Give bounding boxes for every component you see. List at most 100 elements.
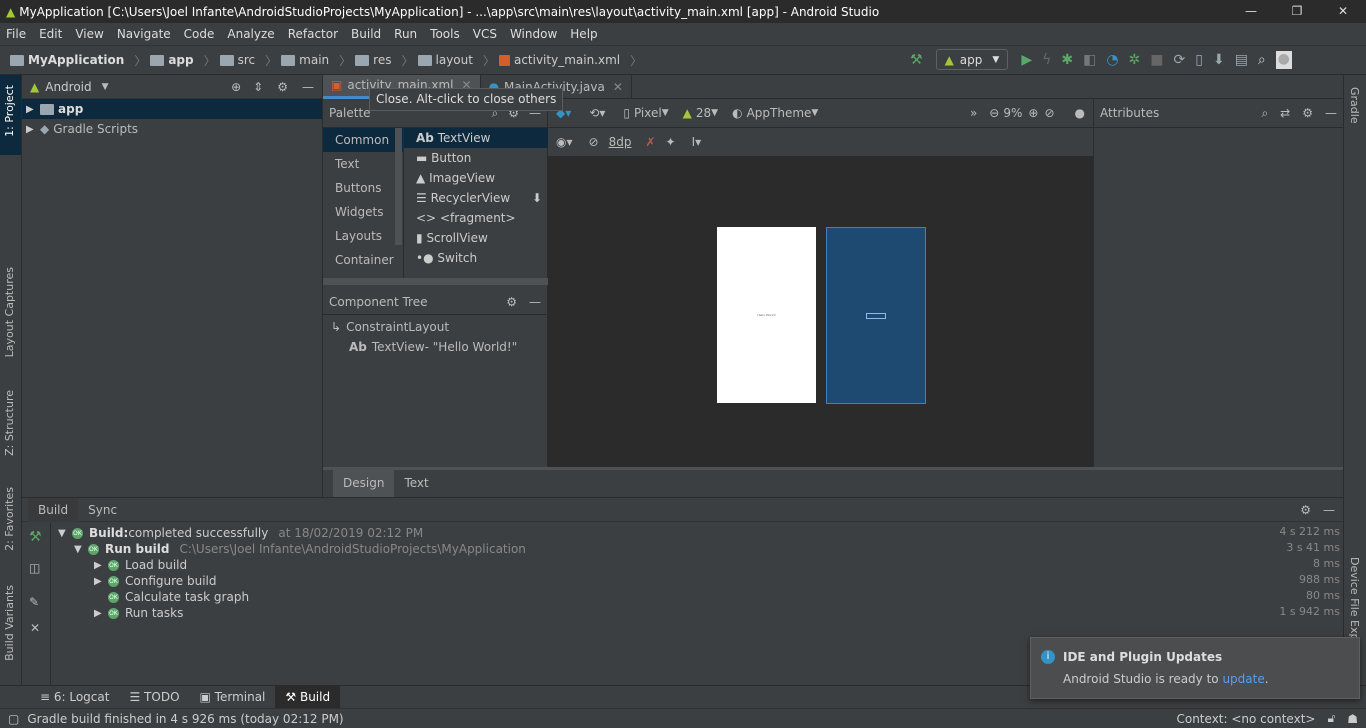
inspector-icon[interactable]: ☗ xyxy=(1347,712,1358,726)
expand-icon[interactable]: ▼ xyxy=(74,544,88,555)
autoconnect-icon[interactable]: ⊘ xyxy=(589,135,599,149)
menu-navigate[interactable]: Navigate xyxy=(117,27,171,41)
avd-manager-icon[interactable]: ▯ xyxy=(1195,52,1203,68)
build-tree-row[interactable]: ▶ OK Configure build xyxy=(94,573,1343,589)
tool-window-icon[interactable]: ▢ xyxy=(8,712,19,726)
tab-terminal[interactable]: ▣ Terminal xyxy=(190,686,276,709)
device-select[interactable]: Pixel xyxy=(634,106,662,120)
tab-todo[interactable]: ☰ TODO xyxy=(119,686,189,709)
breadcrumb-file[interactable]: activity_main.xml xyxy=(498,53,620,67)
hide-icon[interactable]: — xyxy=(1323,503,1335,517)
palette-category-text[interactable]: Text xyxy=(323,152,403,176)
overflow-icon[interactable]: » xyxy=(970,106,977,120)
menu-tools[interactable]: Tools xyxy=(430,27,460,41)
project-view-select[interactable]: Android xyxy=(45,80,91,94)
breadcrumb-main[interactable]: main xyxy=(281,53,329,67)
tree-item-app[interactable]: ▶ app xyxy=(22,99,322,119)
palette-item[interactable]: ☰ RecyclerView ⬇ xyxy=(404,188,548,208)
debug-icon[interactable]: ✱ xyxy=(1061,52,1073,68)
blueprint-preview[interactable] xyxy=(826,227,926,404)
hide-icon[interactable]: — xyxy=(1325,106,1337,120)
attach-icon[interactable]: ◧ xyxy=(1083,52,1096,68)
menu-file[interactable]: File xyxy=(6,27,26,41)
close-icon[interactable]: ✕ xyxy=(30,621,40,635)
breadcrumb-res[interactable]: res xyxy=(355,53,391,67)
palette-category-common[interactable]: Common xyxy=(323,128,403,152)
menu-help[interactable]: Help xyxy=(570,27,597,41)
palette-item[interactable]: ▮ ScrollView xyxy=(404,228,548,248)
zoom-fit-icon[interactable]: ⊘ xyxy=(1044,106,1054,120)
tab-sync[interactable]: Sync xyxy=(78,498,127,522)
gradle-sync-icon[interactable]: ⟳ xyxy=(1174,52,1186,68)
build-variants-tab[interactable]: Build Variants xyxy=(3,585,16,661)
palette-category-buttons[interactable]: Buttons xyxy=(323,176,403,200)
collapse-icon[interactable]: ⇕ xyxy=(253,80,263,94)
zoom-in-icon[interactable]: ⊕ xyxy=(1028,106,1038,120)
build-tree-row[interactable]: OK Calculate task graph xyxy=(94,589,1343,605)
palette-item[interactable]: Ab TextView xyxy=(404,128,548,148)
palette-item[interactable]: ▲ ImageView xyxy=(404,168,548,188)
build-tree-row[interactable]: ▶ OK Load build xyxy=(94,557,1343,573)
menu-analyze[interactable]: Analyze xyxy=(227,27,274,41)
hammer-icon[interactable]: ⚒ xyxy=(910,52,923,68)
gradle-tab[interactable]: Gradle xyxy=(1348,87,1361,124)
build-tree-row[interactable]: ▶ OK Run tasks xyxy=(94,605,1343,621)
close-button[interactable]: ✕ xyxy=(1320,0,1366,23)
splitter-handle[interactable] xyxy=(323,278,548,285)
design-preview[interactable]: Hello World! xyxy=(717,227,816,403)
default-margin[interactable]: 8dp xyxy=(609,135,632,149)
tab-build[interactable]: Build xyxy=(28,497,79,522)
profile-icon[interactable]: ◔ xyxy=(1106,52,1118,68)
search-icon[interactable]: ⌕ xyxy=(1258,52,1266,68)
tab-logcat[interactable]: ≡ 6: Logcat xyxy=(30,686,119,709)
menu-vcs[interactable]: VCS xyxy=(473,27,497,41)
textview-outline[interactable] xyxy=(866,313,886,319)
tree-item-constraint-layout[interactable]: ↳ ConstraintLayout xyxy=(331,317,449,337)
palette-item[interactable]: •● Switch xyxy=(404,248,548,268)
menu-window[interactable]: Window xyxy=(510,27,557,41)
apply-changes-icon[interactable]: ϟ xyxy=(1042,52,1051,68)
favorites-tab[interactable]: 2: Favorites xyxy=(3,487,16,551)
chevron-down-icon[interactable]: ▼ xyxy=(102,82,109,92)
build-tree-row[interactable]: ▼ OK Run build C:\Users\Joel Infante\Androi… xyxy=(74,541,1343,557)
api-select[interactable]: 28 xyxy=(696,106,711,120)
run-icon[interactable]: ▶ xyxy=(1021,52,1032,68)
hide-icon[interactable]: — xyxy=(529,295,541,309)
gear-icon[interactable]: ⚙ xyxy=(1300,503,1311,517)
sdk-manager-icon[interactable]: ⬇ xyxy=(1213,52,1225,68)
breadcrumb-app[interactable]: app xyxy=(150,53,194,67)
project-tool-tab[interactable]: 1: Project xyxy=(3,85,16,137)
toggle-view-icon[interactable]: ◫ xyxy=(29,561,40,575)
hide-icon[interactable]: — xyxy=(302,80,314,94)
menu-edit[interactable]: Edit xyxy=(39,27,62,41)
expand-icon[interactable]: ▼ xyxy=(58,528,72,539)
palette-category-layouts[interactable]: Layouts xyxy=(323,224,403,248)
build-tree-row[interactable]: ▼ OK Build: completed successfully at 18/02… xyxy=(58,525,1343,541)
infer-constraints-icon[interactable]: ✦ xyxy=(666,135,676,149)
stop-icon[interactable]: ■ xyxy=(1150,52,1163,68)
minimize-button[interactable]: — xyxy=(1228,0,1274,23)
palette-category-widgets[interactable]: Widgets xyxy=(323,200,403,224)
guidelines-icon[interactable]: Ⅰ▾ xyxy=(692,135,702,149)
breadcrumb-project[interactable]: MyApplication xyxy=(10,53,124,67)
expand-icon[interactable]: ▶ xyxy=(94,560,108,571)
structure-tab[interactable]: Z: Structure xyxy=(3,390,16,456)
swap-icon[interactable]: ⇄ xyxy=(1280,106,1290,120)
tab-text[interactable]: Text xyxy=(394,470,438,497)
tree-item-textview[interactable]: Ab TextView- "Hello World!" xyxy=(349,337,517,357)
search-icon[interactable]: ⌕ xyxy=(1261,106,1268,121)
scrollbar[interactable] xyxy=(395,128,402,245)
maximize-button[interactable]: ❐ xyxy=(1274,0,1320,23)
tree-item-gradle-scripts[interactable]: ▶ ◆ Gradle Scripts xyxy=(22,119,322,139)
palette-item[interactable]: ▬ Button xyxy=(404,148,548,168)
menu-code[interactable]: Code xyxy=(184,27,215,41)
orientation-icon[interactable]: ⟲▾ xyxy=(589,106,605,120)
menu-refactor[interactable]: Refactor xyxy=(288,27,338,41)
close-tab-icon[interactable]: ✕ xyxy=(613,80,623,94)
eye-icon[interactable]: ◉▾ xyxy=(556,135,573,149)
gear-icon[interactable]: ⚙ xyxy=(506,295,517,309)
tab-design[interactable]: Design xyxy=(333,470,395,497)
context-indicator[interactable]: Context: <no context> xyxy=(1176,712,1315,726)
menu-view[interactable]: View xyxy=(75,27,103,41)
breadcrumb-src[interactable]: src xyxy=(219,53,255,67)
